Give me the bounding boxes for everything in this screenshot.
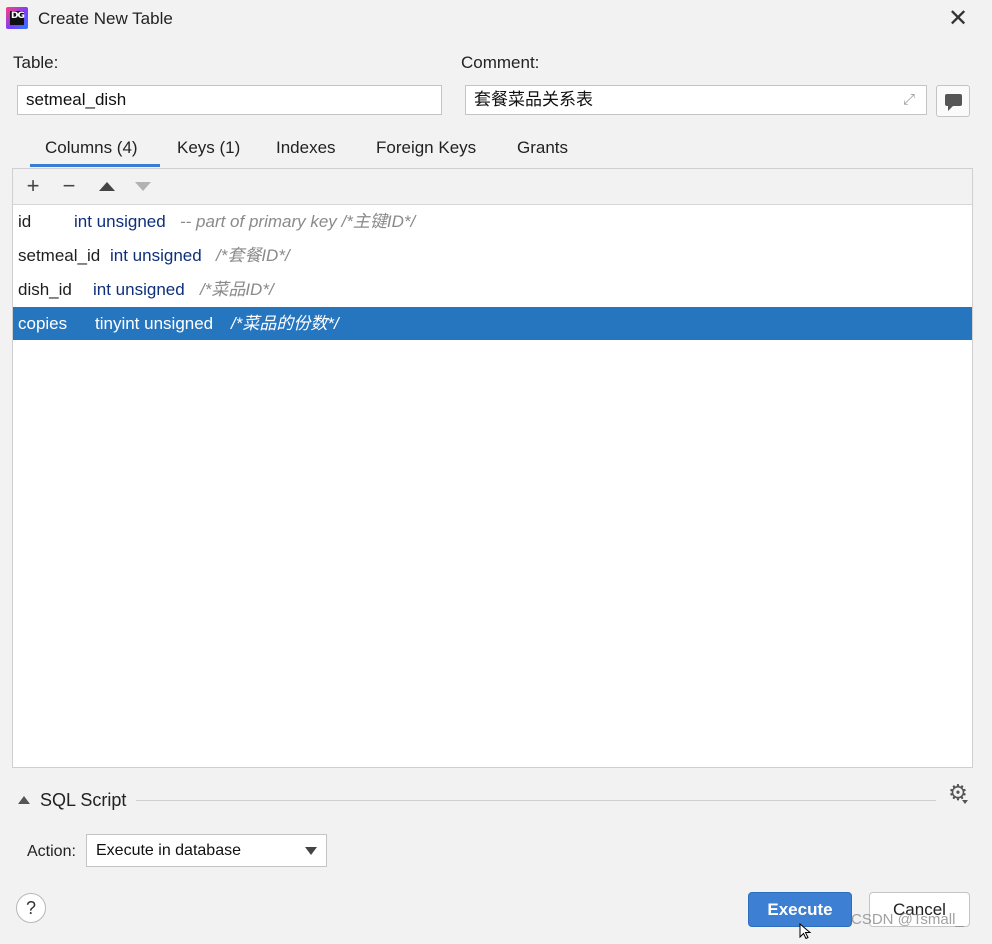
remove-icon[interactable]: − [56,174,82,198]
collapse-triangle-icon[interactable] [18,796,30,804]
move-up-icon[interactable] [93,174,119,198]
speech-bubble-icon [945,94,962,111]
comment-label: Comment: [461,53,540,72]
close-icon[interactable]: ✕ [944,5,972,33]
column-comment: -- part of primary key /*主键ID*/ [180,212,416,231]
help-button[interactable]: ? [16,893,46,923]
table-name-input[interactable]: setmeal_dish [17,85,442,115]
tab-keys[interactable]: Keys (1) [177,138,240,158]
column-type: tinyint unsigned [95,314,214,333]
column-type: int unsigned [93,280,185,299]
gear-caret-icon [962,800,968,804]
sql-script-divider [136,800,936,801]
move-down-icon[interactable] [129,174,155,198]
chevron-down-icon [305,847,317,855]
column-name: dish_id [18,280,72,299]
column-name: setmeal_id [18,246,101,265]
add-icon[interactable]: + [20,174,46,198]
column-row-copies[interactable]: copies tinyint unsigned /*菜品的份数*/ [13,307,972,340]
execute-button[interactable]: Execute [748,892,852,927]
column-row-dish-id[interactable]: dish_id int unsigned /*菜品ID*/ [13,273,972,306]
tab-columns[interactable]: Columns (4) [45,138,138,158]
active-tab-indicator [30,164,160,167]
column-row-id[interactable]: id int unsigned -- part of primary key /… [13,205,972,238]
column-comment: /*菜品ID*/ [200,280,274,299]
tab-indexes[interactable]: Indexes [276,138,336,158]
title-bar: DG Create New Table ✕ [0,0,992,40]
comment-input[interactable]: 套餐菜品关系表 ⤢ [465,85,927,115]
tab-grants[interactable]: Grants [517,138,568,158]
columns-panel: + − id int unsigned -- part of primary k… [12,168,973,768]
table-label: Table: [13,53,59,72]
column-row-setmeal-id[interactable]: setmeal_id int unsigned /*套餐ID*/ [13,239,972,272]
comment-text: 套餐菜品关系表 [474,90,593,109]
column-name: copies [18,314,68,333]
tab-foreign-keys[interactable]: Foreign Keys [376,138,476,158]
window-title: Create New Table [38,9,173,28]
mouse-cursor-icon [799,922,813,940]
action-select[interactable]: Execute in database [86,834,327,867]
comment-editor-button[interactable] [936,85,970,117]
sql-script-toggle[interactable]: SQL Script [40,790,126,811]
action-label: Action: [27,843,76,860]
datagrip-app-icon: DG [6,7,28,29]
column-comment: /*菜品的份数*/ [231,314,339,333]
columns-toolbar: + − [13,169,972,205]
column-comment: /*套餐ID*/ [216,246,290,265]
action-selected-value: Execute in database [96,842,241,859]
watermark: CSDN @Tsmall_ [851,911,964,928]
expand-icon[interactable]: ⤢ [900,91,918,109]
column-name: id [18,212,32,231]
column-type: int unsigned [74,212,166,231]
column-type: int unsigned [110,246,202,265]
